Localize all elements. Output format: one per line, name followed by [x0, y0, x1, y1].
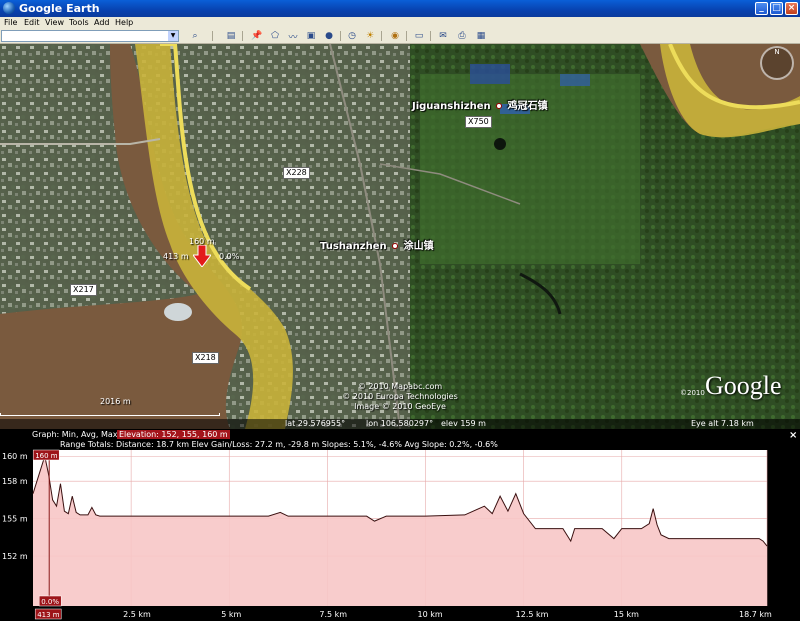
marker-distance: 413 m	[163, 252, 189, 261]
close-button[interactable]: ×	[785, 2, 798, 15]
toolbar: ▼ ⌕ ▤ 📌 ⬠ 〰 ▣ ● ◷ ☀ ◉ ▭ ✉ ⎙ ▦	[0, 29, 800, 44]
cursor-elevation-label: 160 m	[35, 452, 58, 460]
title-bar: Google Earth _ □ ×	[0, 0, 800, 17]
menu-edit[interactable]: Edit	[24, 18, 40, 27]
x-tick-label: 15 km	[614, 610, 639, 619]
tour-icon[interactable]: ●	[322, 30, 336, 42]
ruler-icon[interactable]: ▭	[412, 30, 426, 42]
road-label-x750: X750	[465, 116, 492, 128]
overlay-icon[interactable]: ▣	[304, 30, 318, 42]
polygon-icon[interactable]: ⬠	[268, 30, 282, 42]
toolbar-separator	[430, 31, 431, 41]
menu-add[interactable]: Add	[94, 18, 110, 27]
place-label-tushanzhen[interactable]: Tushanzhen 涂山镇	[320, 237, 434, 252]
maximize-button[interactable]: □	[770, 2, 783, 15]
menu-tools[interactable]: Tools	[69, 18, 89, 27]
status-eye-altitude: Eye alt 7.18 km	[691, 419, 754, 428]
toolbar-separator	[381, 31, 382, 41]
google-logo: Google	[705, 371, 782, 400]
print-icon[interactable]: ⎙	[455, 30, 469, 42]
marker-slope: 0.0%	[219, 252, 240, 261]
toolbar-separator	[406, 31, 407, 41]
search-icon[interactable]: ⌕	[188, 30, 202, 42]
menu-help[interactable]: Help	[115, 18, 133, 27]
compass-north-label: N	[774, 48, 780, 56]
chevron-down-icon[interactable]: ▼	[168, 31, 178, 41]
status-bar: lat 29.576955° lon 106.580297° elev 159 …	[0, 419, 800, 429]
year-label: 2016 m	[100, 397, 131, 406]
sidebar-icon[interactable]: ▤	[224, 30, 238, 42]
x-tick-label: 18.7 km	[739, 610, 772, 619]
road-label-x228: X228	[283, 167, 310, 179]
y-tick-label: 158 m	[2, 477, 28, 486]
google-earth-icon	[3, 2, 15, 14]
y-tick-label: 160 m	[2, 452, 28, 461]
x-tick-label: 2.5 km	[123, 610, 151, 619]
placemark-icon[interactable]: 📌	[250, 30, 264, 42]
x-tick-label: 5 km	[221, 610, 241, 619]
elevation-chart[interactable]: 160 m 158 m 155 m 152 m 413 m 2.5 km 5 km 7.5 k…	[0, 429, 800, 621]
path-icon[interactable]: 〰	[286, 30, 300, 43]
map-view[interactable]: N Jiguanshizhen 鸡冠石镇 Tushanzhen 涂山镇 X750…	[0, 44, 800, 429]
x-tick-label: 7.5 km	[319, 610, 347, 619]
compass-control[interactable]: N	[760, 46, 794, 80]
maps-icon[interactable]: ▦	[474, 30, 488, 42]
history-icon[interactable]: ◷	[345, 30, 359, 42]
status-elevation: elev 159 m	[441, 419, 486, 428]
window-title: Google Earth	[19, 2, 100, 15]
scale-bar	[0, 413, 220, 416]
search-input[interactable]: ▼	[1, 30, 179, 42]
menu-bar: File Edit View Tools Add Help	[0, 17, 800, 29]
road-label-x218: X218	[192, 352, 219, 364]
down-arrow-icon	[193, 245, 211, 267]
status-latitude: lat 29.576955°	[285, 419, 346, 428]
status-longitude: lon 106.580297°	[366, 419, 434, 428]
menu-view[interactable]: View	[45, 18, 64, 27]
imagery-credits: © 2010 Mapabc.com © 2010 Europa Technolo…	[342, 382, 458, 411]
toolbar-separator	[242, 31, 243, 41]
planet-icon[interactable]: ◉	[388, 30, 402, 42]
y-tick-label: 155 m	[2, 515, 28, 524]
toolbar-separator	[340, 31, 341, 41]
road-label-x217: X217	[70, 284, 97, 296]
sun-icon[interactable]: ☀	[363, 30, 377, 42]
toolbar-separator	[212, 31, 213, 41]
cursor-distance-label: 413 m	[37, 611, 60, 619]
x-tick-label: 12.5 km	[516, 610, 549, 619]
x-tick-label: 10 km	[418, 610, 443, 619]
cursor-slope-label: 0.0%	[41, 598, 59, 606]
logo-year: ©2010	[680, 389, 705, 397]
email-icon[interactable]: ✉	[436, 30, 450, 42]
place-label-jiguanshizhen[interactable]: Jiguanshizhen 鸡冠石镇	[412, 97, 548, 112]
minimize-button[interactable]: _	[755, 2, 768, 15]
y-tick-label: 152 m	[2, 552, 28, 561]
menu-file[interactable]: File	[4, 18, 17, 27]
